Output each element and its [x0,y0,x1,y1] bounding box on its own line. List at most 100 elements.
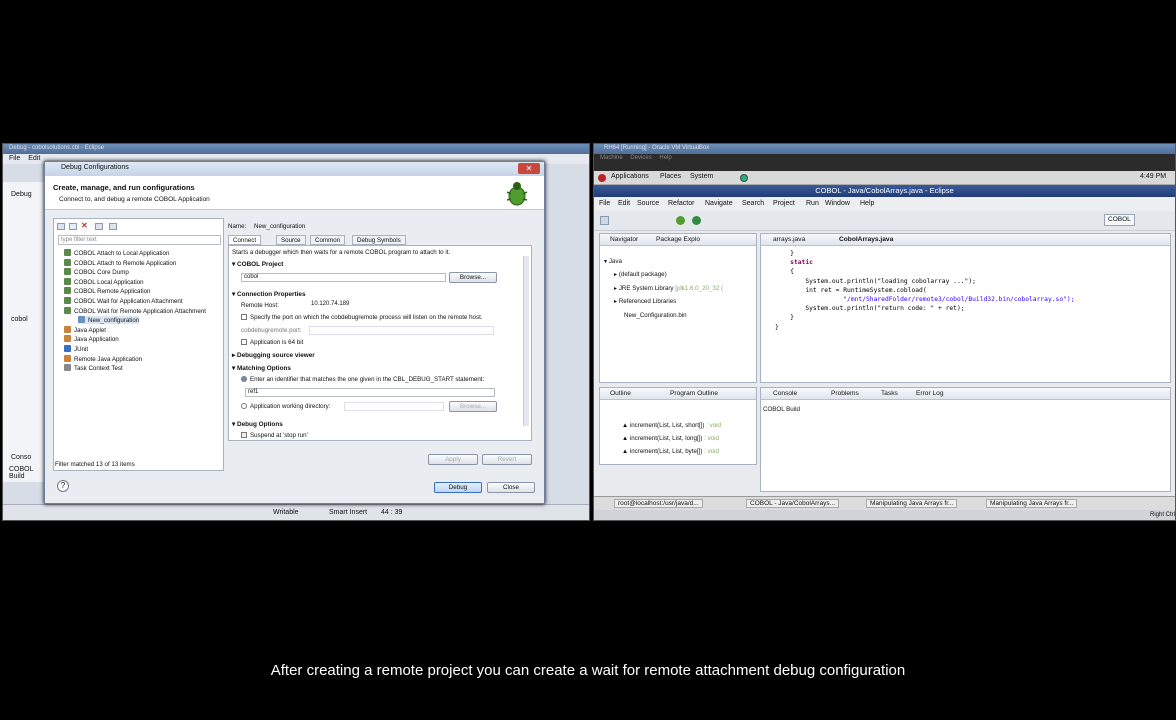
outline-item[interactable]: ▲ increment(List, List, short[]) : void [622,422,721,429]
project-field[interactable]: cobol [241,273,446,282]
section-cobol-project[interactable]: ▾ COBOL Project [232,260,283,268]
tab-problems[interactable]: Problems [831,390,859,397]
menu-edit[interactable]: Edit [28,155,40,162]
close-icon[interactable]: ✕ [518,163,540,174]
gnome-system[interactable]: System [690,173,713,180]
tab-outline[interactable]: Outline [610,390,631,397]
tree-item[interactable]: COBOL Core Dump [64,268,129,276]
perspective-cobol[interactable]: COBOL [1104,214,1135,226]
tab-debug-symbols[interactable]: Debug Symbols [352,235,406,245]
filter-input[interactable]: type filter text [58,235,221,245]
tree-item[interactable]: JUnit [64,345,88,353]
tab-common[interactable]: Common [310,235,346,245]
tree-item[interactable]: COBOL Attach to Remote Application [64,259,176,267]
browse-workdir-button[interactable]: Browse... [449,401,497,412]
outline-item[interactable]: ▲ increment(List, List, long[]) : void [622,435,719,442]
help-icon[interactable]: ? [57,480,69,492]
taskbar-browser-2[interactable]: Manipulating Java Arrays fr... [986,499,1078,508]
tree-item[interactable]: COBOL Wait for Remote Application Attach… [64,307,206,315]
debug-button[interactable]: Debug [434,482,482,493]
gnome-applications[interactable]: Applications [611,173,649,180]
tree-jre[interactable]: ▸ JRE System Library [jdk1.6.0_20_32 ( [614,285,723,292]
filter-icon[interactable] [109,223,117,230]
menu-project[interactable]: Project [773,200,795,207]
app64-checkbox[interactable]: Application is 64 bit [241,339,303,346]
run-icon[interactable] [692,216,701,225]
taskbar-terminal[interactable]: root@localhost:/usr/java/d... [614,499,703,508]
port-field[interactable] [309,326,494,335]
vbox-menu-machine[interactable]: Machine [600,155,623,161]
tree-item[interactable]: Java Applet [64,326,106,334]
section-connection[interactable]: ▾ Connection Properties [232,290,306,298]
menu-help[interactable]: Help [860,200,874,207]
tab-arrays-java[interactable]: arrays.java [773,236,805,243]
tree-item[interactable]: COBOL Local Application [64,278,144,286]
tab-tasks[interactable]: Tasks [881,390,898,397]
apply-button[interactable]: Apply [428,454,478,465]
dialog-subheading: Connect to, and debug a remote COBOL App… [59,196,210,203]
debug-icon[interactable] [676,216,685,225]
vbox-menu-help[interactable]: Help [659,155,671,161]
panel-scrollbar[interactable] [523,256,529,426]
tree-item[interactable]: COBOL Wait for Application Attachment [64,297,183,305]
outline-item[interactable]: ▲ increment(List, List, byte[]) : void [622,448,719,455]
new-icon[interactable] [600,216,609,225]
taskbar-eclipse[interactable]: COBOL - Java/CobolArrays... [746,499,840,508]
menu-run[interactable]: Run [806,200,819,207]
gnome-places[interactable]: Places [660,173,681,180]
dialog-title: Debug Configurations [45,162,544,176]
revert-button[interactable]: Revert [482,454,532,465]
console-tab[interactable]: Conso [11,454,31,461]
network-icon[interactable] [740,174,748,182]
browse-project-button[interactable]: Browse... [449,272,497,283]
debug-view-tab[interactable]: Debug [11,191,32,198]
port-checkbox[interactable]: Specify the port on which the cobdebugre… [241,314,483,321]
close-button[interactable]: Close [487,482,535,493]
new-config-icon[interactable] [57,223,65,230]
name-field[interactable]: New_configuration [254,223,305,230]
tree-item[interactable]: COBOL Remote Application [64,287,150,295]
workdir-field[interactable] [344,402,444,411]
remote-host-field[interactable]: 10.120.74.189 [309,301,494,310]
tree-item-selected[interactable]: New_configuration [78,316,140,324]
duplicate-icon[interactable] [69,223,77,230]
tab-navigator[interactable]: Navigator [610,236,638,243]
workdir-radio[interactable]: Application working directory: [241,403,330,410]
menu-edit[interactable]: Edit [618,200,630,207]
tree-item[interactable]: Java Application [64,335,119,343]
tree-referenced-libs[interactable]: ▸ Referenced Libraries [614,298,676,305]
menu-file[interactable]: File [599,200,610,207]
cobol-editor-tab[interactable]: cobol [11,316,28,323]
menu-source[interactable]: Source [637,200,659,207]
section-debug-source[interactable]: ▸ Debugging source viewer [232,351,315,359]
taskbar-browser-1[interactable]: Manipulating Java Arrays fr... [866,499,958,508]
cobol-config-icon [64,287,71,294]
code-block[interactable]: } static { System.out.println("loading c… [775,249,1075,332]
vbox-menu-devices[interactable]: Devices [630,155,651,161]
tab-package-explorer[interactable]: Package Explo [656,236,700,243]
tree-item[interactable]: Remote Java Application [64,355,142,363]
tab-connect[interactable]: Connect [228,235,262,245]
section-matching[interactable]: ▾ Matching Options [232,364,291,372]
menu-navigate[interactable]: Navigate [705,200,733,207]
delete-icon[interactable]: ✕ [81,221,88,230]
tab-console[interactable]: Console [773,390,797,397]
collapse-icon[interactable] [95,223,103,230]
menu-search[interactable]: Search [742,200,764,207]
section-debug-options[interactable]: ▾ Debug Options [232,420,283,428]
tab-error-log[interactable]: Error Log [916,390,944,397]
suspend-checkbox[interactable]: Suspend at 'stop run' [241,432,308,439]
identifier-radio[interactable]: Enter an identifier that matches the one… [241,376,484,383]
tree-new-config-bin[interactable]: New_Configuration.bin [624,312,687,319]
tree-java[interactable]: ▾ Java [604,258,622,265]
tab-source[interactable]: Source [276,235,306,245]
tree-default-package[interactable]: ▸ (default package) [614,271,667,278]
identifier-field[interactable]: ref1 [245,388,495,397]
tab-program-outline[interactable]: Program Outline [670,390,718,397]
menu-refactor[interactable]: Refactor [668,200,694,207]
menu-window[interactable]: Window [825,200,850,207]
tree-item[interactable]: Task Context Test [64,364,123,372]
menu-file[interactable]: File [9,155,20,162]
tab-cobolarrays-java[interactable]: CobolArrays.java [839,236,893,243]
tree-item[interactable]: COBOL Attach to Local Application [64,249,169,257]
